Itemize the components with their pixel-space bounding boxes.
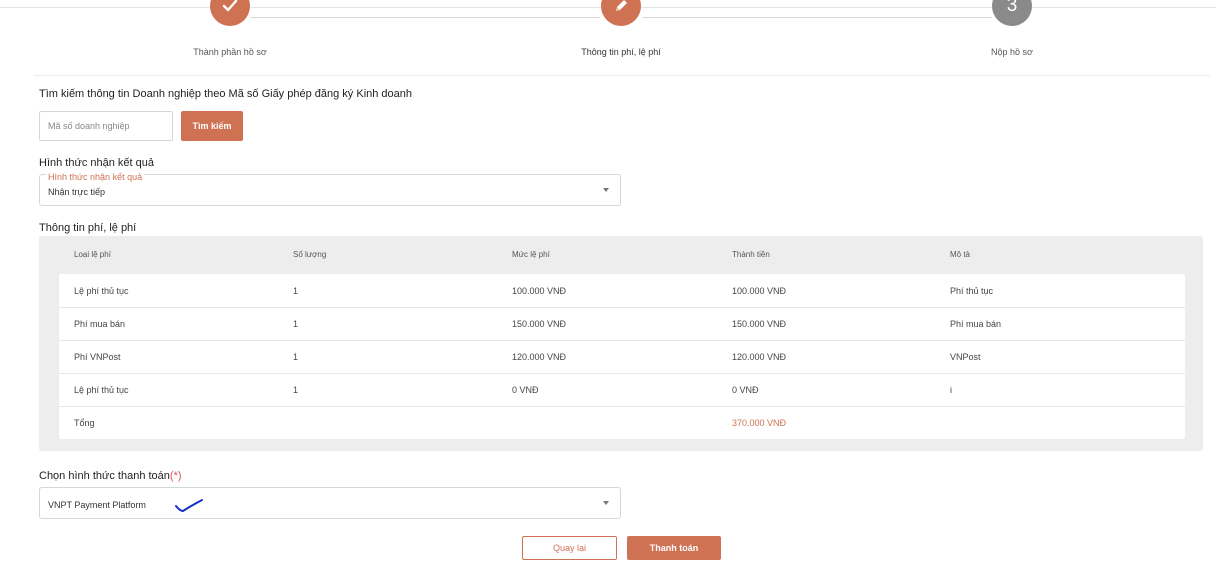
fees-panel: Loại lệ phí Số lượng Mức lệ phí Thành ti… bbox=[39, 236, 1203, 451]
header-description: Mô tả bbox=[950, 250, 971, 259]
cell-description: Phí mua bán bbox=[950, 319, 1002, 329]
cell-quantity: 1 bbox=[293, 352, 299, 362]
cell-quantity: 1 bbox=[293, 319, 299, 329]
table-row: Phí VNPost 1 120.000 VNĐ 120.000 VNĐ VNP… bbox=[59, 340, 1185, 374]
handwritten-check-icon bbox=[175, 499, 203, 513]
step-label: Thành phần hồ sơ bbox=[193, 47, 267, 57]
cell-fee-rate: 100.000 VNĐ bbox=[512, 286, 567, 296]
search-title: Tìm kiếm thông tin Doanh nghiệp theo Mã … bbox=[39, 88, 413, 100]
receive-field-label: Hình thức nhận kết quả bbox=[46, 172, 145, 182]
business-code-input[interactable] bbox=[39, 111, 173, 141]
total-row: Tổng 370.000 VNĐ bbox=[59, 406, 1185, 439]
table-row: Lệ phí thủ tục 1 100.000 VNĐ 100.000 VNĐ… bbox=[59, 274, 1185, 308]
total-label: Tổng bbox=[74, 418, 95, 428]
step-label: Nộp hồ sơ bbox=[991, 47, 1033, 57]
fees-header: Loại lệ phí Số lượng Mức lệ phí Thành ti… bbox=[59, 236, 1185, 274]
required-mark: (*) bbox=[169, 470, 182, 482]
cell-amount: 120.000 VNĐ bbox=[732, 352, 787, 362]
receive-method-value: Nhận trực tiếp bbox=[48, 187, 106, 197]
step-connector bbox=[642, 17, 992, 18]
cell-amount: 100.000 VNĐ bbox=[732, 286, 787, 296]
table-row: Lệ phí thủ tục 1 0 VNĐ 0 VNĐ i bbox=[59, 373, 1185, 407]
cell-quantity: 1 bbox=[293, 286, 299, 296]
table-row: Phí mua bán 1 150.000 VNĐ 150.000 VNĐ Ph… bbox=[59, 307, 1185, 341]
step-label: Thông tin phí, lệ phí bbox=[581, 47, 661, 57]
chevron-down-icon bbox=[603, 501, 609, 505]
header-fee-type: Loại lệ phí bbox=[74, 250, 111, 259]
header-fee-rate: Mức lệ phí bbox=[512, 250, 550, 259]
cell-description: VNPost bbox=[950, 352, 981, 362]
cell-quantity: 1 bbox=[293, 385, 299, 395]
cell-fee-type: Phí mua bán bbox=[74, 319, 126, 329]
cell-description: Phí thủ tục bbox=[950, 286, 994, 296]
header-amount: Thành tiền bbox=[732, 250, 770, 259]
cell-fee-type: Lệ phí thủ tục bbox=[74, 286, 129, 296]
cell-fee-type: Phí VNPost bbox=[74, 352, 121, 362]
header-quantity: Số lượng bbox=[293, 250, 327, 259]
payment-method-value: VNPT Payment Platform bbox=[48, 500, 146, 510]
payment-title-text: Chọn hình thức thanh toán bbox=[39, 470, 170, 482]
search-button[interactable]: Tìm kiếm bbox=[181, 111, 243, 141]
pay-button[interactable]: Thanh toán bbox=[627, 536, 721, 560]
step-number: 3 bbox=[992, 0, 1032, 26]
pencil-icon bbox=[601, 0, 641, 26]
cell-amount: 150.000 VNĐ bbox=[732, 319, 787, 329]
payment-section-title: Chọn hình thức thanh toán(*) bbox=[39, 470, 182, 482]
check-icon bbox=[210, 0, 250, 26]
step-connector bbox=[250, 17, 600, 18]
receive-section-title: Hình thức nhận kết quả bbox=[39, 157, 154, 169]
cell-fee-rate: 150.000 VNĐ bbox=[512, 319, 567, 329]
payment-method-select[interactable]: VNPT Payment Platform bbox=[39, 487, 621, 519]
chevron-down-icon bbox=[603, 188, 609, 192]
total-value: 370.000 VNĐ bbox=[732, 418, 787, 428]
cell-description: i bbox=[950, 385, 952, 395]
cell-amount: 0 VNĐ bbox=[732, 385, 759, 395]
cell-fee-rate: 120.000 VNĐ bbox=[512, 352, 567, 362]
back-button[interactable]: Quay lại bbox=[522, 536, 617, 560]
divider bbox=[34, 75, 1210, 76]
fees-table: Lệ phí thủ tục 1 100.000 VNĐ 100.000 VNĐ… bbox=[59, 274, 1185, 439]
fees-section-title: Thông tin phí, lệ phí bbox=[39, 222, 137, 234]
cell-fee-rate: 0 VNĐ bbox=[512, 385, 539, 395]
receive-method-select[interactable]: Hình thức nhận kết quả Nhận trực tiếp bbox=[39, 172, 621, 206]
cell-fee-type: Lệ phí thủ tục bbox=[74, 385, 129, 395]
